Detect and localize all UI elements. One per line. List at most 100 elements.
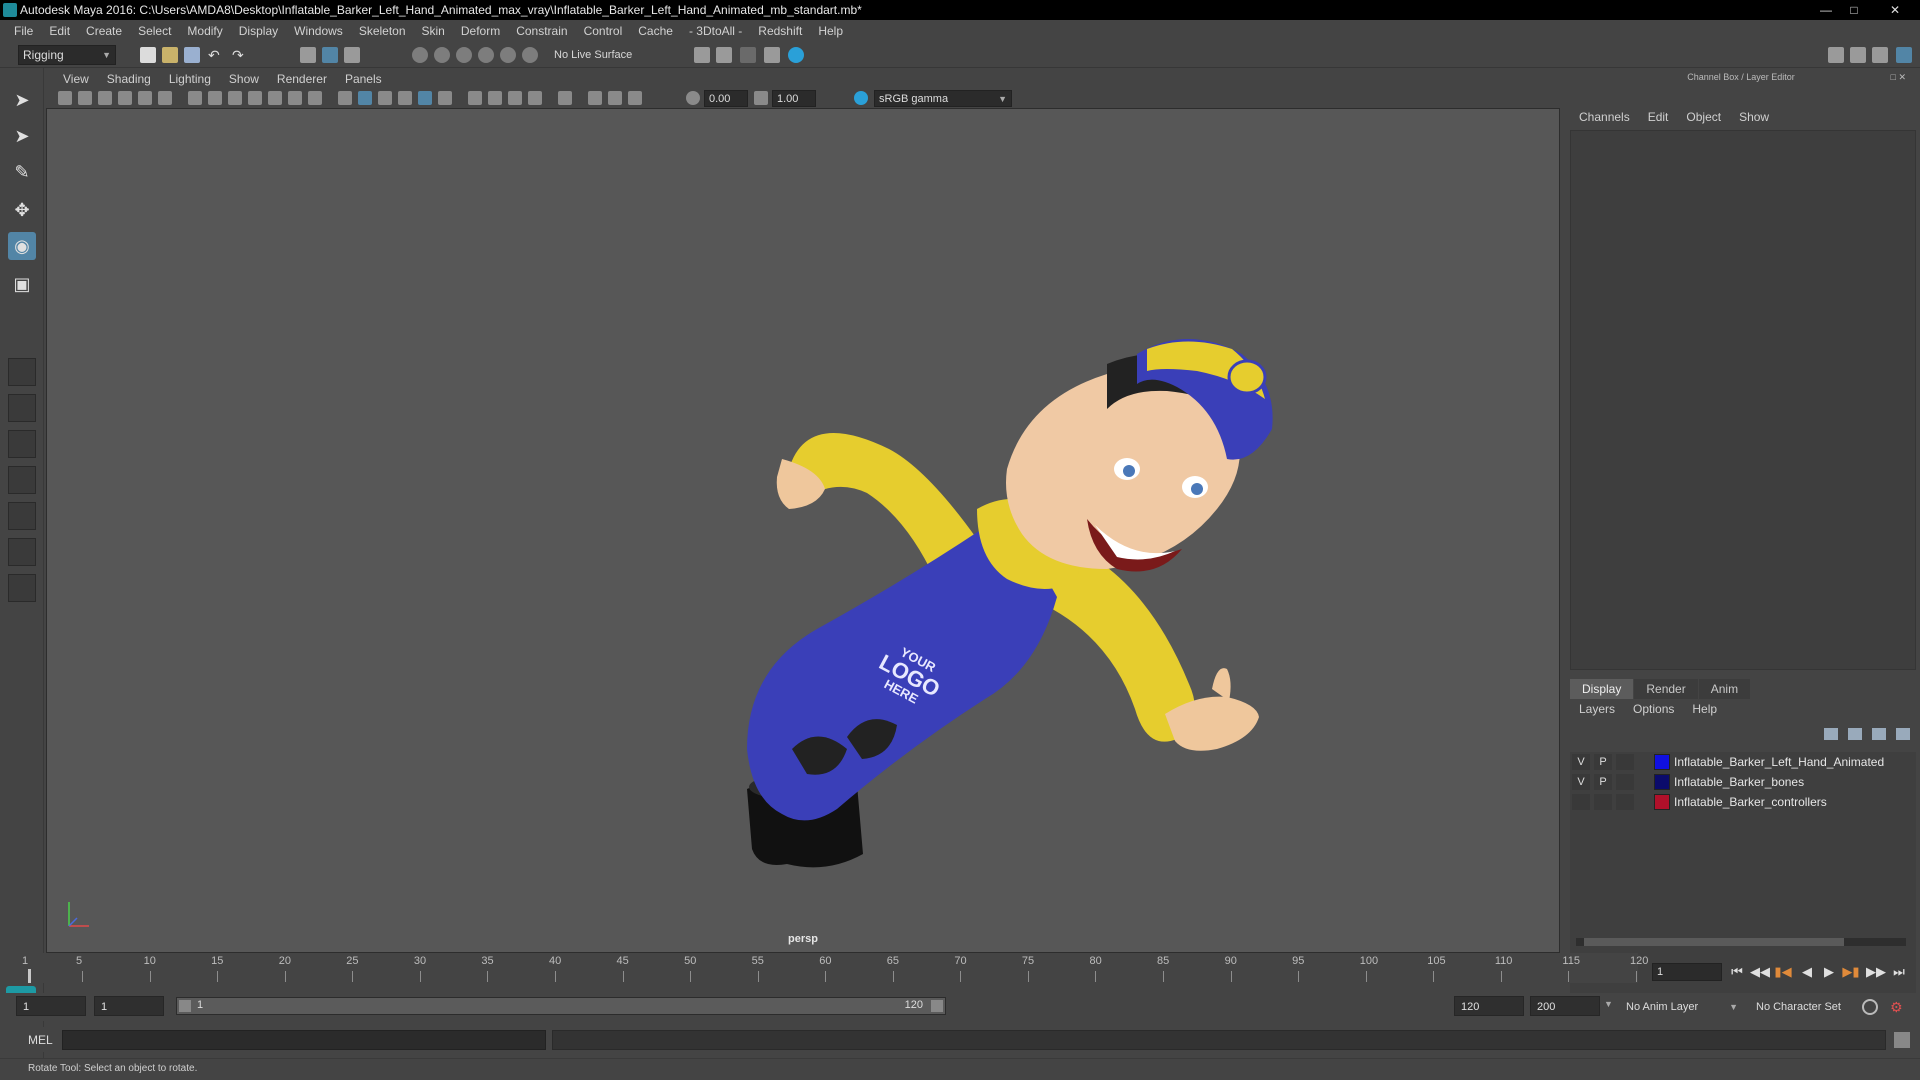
float-panel-icon[interactable]: □ ✕ bbox=[1891, 72, 1906, 83]
menu-control[interactable]: Control bbox=[576, 20, 631, 42]
tab-render[interactable]: Render bbox=[1634, 679, 1698, 699]
step-forward-frame-icon[interactable]: ▶▮ bbox=[1842, 963, 1860, 981]
step-back-frame-icon[interactable]: ▮◀ bbox=[1774, 963, 1792, 981]
2d-pan-zoom-icon[interactable] bbox=[138, 91, 152, 105]
range-end-handle[interactable] bbox=[931, 1000, 943, 1012]
layer-display-type[interactable] bbox=[1616, 794, 1634, 810]
character-set-dropdown[interactable]: No Character Set bbox=[1750, 997, 1870, 1017]
tab-anim[interactable]: Anim bbox=[1698, 679, 1751, 699]
menu-create[interactable]: Create bbox=[78, 20, 130, 42]
menu-display[interactable]: Display bbox=[231, 20, 286, 42]
select-object-icon[interactable] bbox=[322, 47, 338, 63]
resolution-gate-icon[interactable] bbox=[228, 91, 242, 105]
channel-box-area[interactable] bbox=[1570, 130, 1916, 670]
snap-live-icon[interactable] bbox=[500, 47, 516, 63]
color-space-dropdown[interactable]: sRGB gamma ▼ bbox=[874, 90, 1012, 107]
channel-show-menu[interactable]: Show bbox=[1730, 110, 1778, 124]
tool-settings-icon[interactable] bbox=[1872, 47, 1888, 63]
animation-start-field[interactable]: 1 bbox=[16, 996, 86, 1016]
layer-color-swatch[interactable] bbox=[1654, 754, 1670, 770]
layer-display-type[interactable] bbox=[1616, 754, 1634, 770]
four-view-layout-icon[interactable] bbox=[8, 394, 36, 422]
options-menu[interactable]: Options bbox=[1624, 702, 1683, 716]
xray-joints-icon[interactable] bbox=[628, 91, 642, 105]
menu-edit[interactable]: Edit bbox=[41, 20, 78, 42]
bookmark-icon[interactable] bbox=[98, 91, 112, 105]
animation-preferences-icon[interactable]: ⚙ bbox=[1890, 999, 1906, 1015]
render-settings-icon[interactable] bbox=[764, 47, 780, 63]
persp-hypershade-layout-icon[interactable] bbox=[8, 502, 36, 530]
channel-edit-menu[interactable]: Edit bbox=[1639, 110, 1678, 124]
channel-object-menu[interactable]: Object bbox=[1677, 110, 1730, 124]
outliner-persp-layout-icon[interactable] bbox=[8, 538, 36, 566]
hypershade-icon[interactable] bbox=[788, 47, 804, 63]
auto-key-icon[interactable] bbox=[1862, 999, 1878, 1015]
exposure-icon[interactable] bbox=[686, 91, 700, 105]
menu-help[interactable]: Help bbox=[810, 20, 851, 42]
exposure-field[interactable]: 0.00 bbox=[704, 90, 748, 107]
panel-menu-renderer[interactable]: Renderer bbox=[268, 72, 336, 86]
layer-display-type[interactable] bbox=[1616, 774, 1634, 790]
maximize-icon[interactable]: □ bbox=[1842, 2, 1866, 18]
layer-visibility-toggle[interactable]: V bbox=[1572, 774, 1590, 790]
use-all-lights-icon[interactable] bbox=[418, 91, 432, 105]
menu-redshift[interactable]: Redshift bbox=[750, 20, 810, 42]
panel-menu-show[interactable]: Show bbox=[220, 72, 268, 86]
command-input[interactable] bbox=[62, 1030, 546, 1050]
layer-visibility-toggle[interactable] bbox=[1572, 794, 1590, 810]
single-perspective-layout-icon[interactable] bbox=[8, 358, 36, 386]
range-start-handle[interactable] bbox=[179, 1000, 191, 1012]
screen-space-ao-icon[interactable] bbox=[468, 91, 482, 105]
layer-color-swatch[interactable] bbox=[1654, 774, 1670, 790]
wireframe-on-shaded-icon[interactable] bbox=[378, 91, 392, 105]
menu-deform[interactable]: Deform bbox=[453, 20, 508, 42]
layer-help-menu[interactable]: Help bbox=[1683, 702, 1726, 716]
xray-active-icon[interactable] bbox=[608, 91, 622, 105]
persp-outliner-layout-icon[interactable] bbox=[8, 430, 36, 458]
layer-playback-toggle[interactable]: P bbox=[1594, 774, 1612, 790]
gamma-icon[interactable] bbox=[754, 91, 768, 105]
step-back-key-icon[interactable]: ◀◀ bbox=[1750, 963, 1770, 981]
safe-title-icon[interactable] bbox=[308, 91, 322, 105]
camera-select-icon[interactable] bbox=[58, 91, 72, 105]
shadows-icon[interactable] bbox=[438, 91, 452, 105]
animation-end-field[interactable]: 200 bbox=[1530, 996, 1600, 1016]
snap-grid-icon[interactable] bbox=[412, 47, 428, 63]
menu-skeleton[interactable]: Skeleton bbox=[351, 20, 414, 42]
new-scene-icon[interactable] bbox=[140, 47, 156, 63]
snap-point-icon[interactable] bbox=[456, 47, 472, 63]
time-slider[interactable]: 1 5 10 15 20 25 30 35 40 45 50 55 60 65 70 75 80 85 90 95 10… bbox=[22, 953, 1648, 983]
layer-color-swatch[interactable] bbox=[1654, 794, 1670, 810]
gate-mask-icon[interactable] bbox=[248, 91, 262, 105]
layer-visibility-toggle[interactable]: V bbox=[1572, 754, 1590, 770]
textured-icon[interactable] bbox=[398, 91, 412, 105]
gamma-field[interactable]: 1.00 bbox=[772, 90, 816, 107]
chevron-down-icon[interactable]: ▼ bbox=[1604, 999, 1613, 1009]
film-gate-icon[interactable] bbox=[208, 91, 222, 105]
panel-menu-lighting[interactable]: Lighting bbox=[160, 72, 220, 86]
wireframe-icon[interactable] bbox=[338, 91, 352, 105]
go-to-end-icon[interactable]: ⏭ bbox=[1890, 963, 1908, 981]
select-hierarchy-icon[interactable] bbox=[300, 47, 316, 63]
channel-box-icon[interactable] bbox=[1896, 47, 1912, 63]
custom-layout-icon[interactable] bbox=[8, 574, 36, 602]
tab-display[interactable]: Display bbox=[1570, 679, 1634, 699]
camera-attributes-icon[interactable] bbox=[78, 91, 92, 105]
layer-playback-toggle[interactable]: P bbox=[1594, 754, 1612, 770]
new-layer-from-selected-icon[interactable] bbox=[1896, 728, 1910, 740]
paint-select-tool-icon[interactable]: ✎ bbox=[8, 158, 36, 186]
current-time-marker[interactable] bbox=[28, 969, 31, 983]
rotate-tool-icon[interactable]: ◉ bbox=[8, 232, 36, 260]
layer-row[interactable]: V P Inflatable_Barker_Left_Hand_Animated bbox=[1570, 752, 1916, 772]
render-view-icon[interactable] bbox=[694, 47, 710, 63]
move-layer-up-icon[interactable] bbox=[1824, 728, 1838, 740]
modeling-toolkit-icon[interactable] bbox=[1828, 47, 1844, 63]
undo-icon[interactable]: ↶ bbox=[208, 47, 224, 63]
ipr-render-icon[interactable] bbox=[740, 47, 756, 63]
channels-menu[interactable]: Channels bbox=[1570, 110, 1639, 124]
color-management-icon[interactable] bbox=[854, 91, 868, 105]
save-scene-icon[interactable] bbox=[184, 47, 200, 63]
snap-view-plane-icon[interactable] bbox=[478, 47, 494, 63]
panel-menu-panels[interactable]: Panels bbox=[336, 72, 391, 86]
smooth-shade-icon[interactable] bbox=[358, 91, 372, 105]
